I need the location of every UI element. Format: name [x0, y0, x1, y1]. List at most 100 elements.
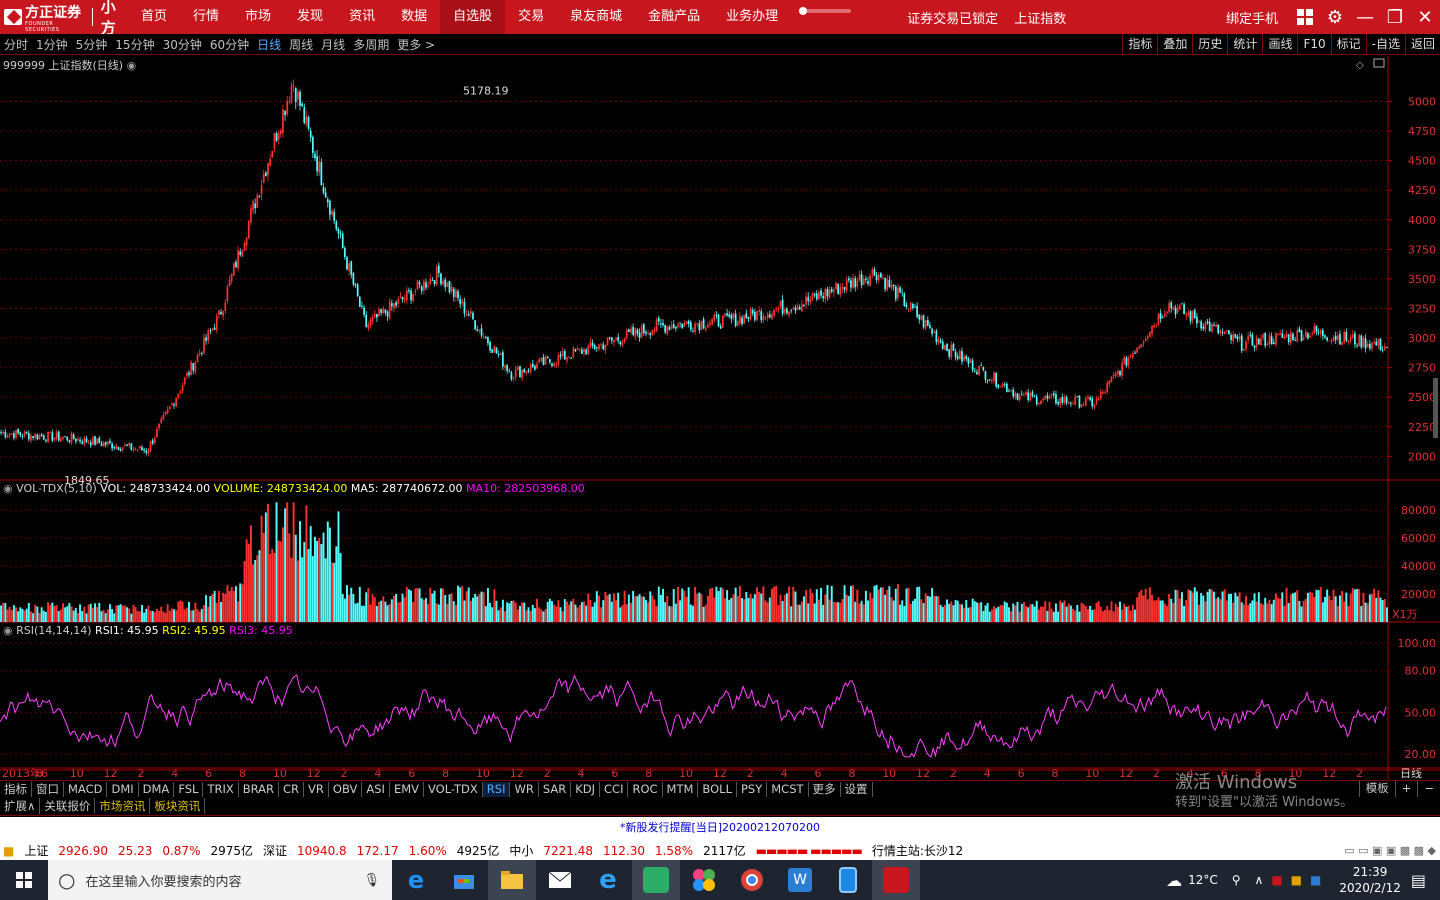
- nav-item[interactable]: 业务办理: [713, 0, 791, 34]
- sz-name[interactable]: 深证: [263, 842, 287, 859]
- period-tab[interactable]: 多周期: [349, 36, 393, 53]
- period-tab[interactable]: 15分钟: [111, 36, 158, 53]
- indicator-right-button[interactable]: −: [1417, 781, 1440, 797]
- period-tab[interactable]: 月线: [317, 36, 349, 53]
- zx-name[interactable]: 中小: [509, 842, 533, 859]
- chrome-icon[interactable]: [728, 860, 776, 900]
- tray-app2-icon[interactable]: ■: [1291, 873, 1302, 887]
- taskbar-search[interactable]: ○ 在这里输入你要搜索的内容 🎙: [48, 860, 392, 900]
- tool-button[interactable]: 画线: [1262, 34, 1297, 54]
- cloud-weather-icon[interactable]: ☁: [1166, 871, 1182, 890]
- indicator-tab[interactable]: VOL-TDX: [424, 781, 483, 797]
- indicator-tab[interactable]: BRAR: [239, 781, 280, 797]
- tool-button[interactable]: 返回: [1404, 34, 1440, 54]
- period-tab[interactable]: 30分钟: [159, 36, 206, 53]
- wps-icon[interactable]: W: [776, 860, 824, 900]
- tray-app-icon[interactable]: ■: [1271, 873, 1282, 887]
- period-tab[interactable]: 更多 >: [393, 36, 439, 53]
- indicator-tab[interactable]: ROC: [628, 781, 663, 797]
- store-icon[interactable]: [440, 860, 488, 900]
- indicator-tab[interactable]: EMV: [390, 781, 424, 797]
- wechat-icon[interactable]: [632, 860, 680, 900]
- file-explorer-icon[interactable]: [488, 860, 536, 900]
- period-tab[interactable]: 5分钟: [72, 36, 112, 53]
- nav-item[interactable]: 首页: [128, 0, 180, 34]
- kline-chart[interactable]: 5000475045004250400037503500325030002750…: [0, 56, 1440, 780]
- period-tab[interactable]: 60分钟: [206, 36, 253, 53]
- tray-expand-icon[interactable]: ∧: [1255, 873, 1264, 887]
- indicator-tab[interactable]: DMI: [107, 781, 139, 797]
- indicator-tab[interactable]: SAR: [539, 781, 572, 797]
- sh-name[interactable]: 上证: [24, 842, 48, 859]
- period-tab[interactable]: 日线: [253, 36, 285, 53]
- nav-item[interactable]: 行情: [180, 0, 232, 34]
- mail-icon[interactable]: [536, 860, 584, 900]
- system-clock[interactable]: 21:39 2020/2/12: [1339, 864, 1401, 896]
- tool-button[interactable]: F10: [1297, 34, 1330, 54]
- ext-tab[interactable]: 市场资讯: [95, 798, 151, 814]
- dropdown-icon[interactable]: ◉: [127, 59, 137, 72]
- pinwheel-app-icon[interactable]: [680, 860, 728, 900]
- indicator-tab[interactable]: MACD: [64, 781, 108, 797]
- period-tab[interactable]: 分时: [0, 36, 32, 53]
- baidu-icon[interactable]: ■: [1310, 873, 1321, 887]
- grid-layout-icon[interactable]: [1290, 0, 1320, 34]
- indicator-tab[interactable]: 指标: [0, 781, 32, 797]
- indicator-tab[interactable]: MTM: [663, 781, 699, 797]
- indicator-tab[interactable]: RSI: [482, 781, 511, 797]
- tool-button[interactable]: -自选: [1365, 34, 1405, 54]
- edge-icon[interactable]: e: [392, 860, 440, 900]
- nav-item[interactable]: 发现: [284, 0, 336, 34]
- brand-logo[interactable]: 方正证券 FOUNDER SECURITIES 小方: [0, 0, 128, 37]
- indicator-tab[interactable]: ASI: [362, 781, 390, 797]
- volume-slider[interactable]: [799, 7, 852, 15]
- nav-item[interactable]: 资讯: [336, 0, 388, 34]
- indicator-right-button[interactable]: 模板: [1358, 781, 1395, 797]
- nav-item[interactable]: 泉友商城: [557, 0, 635, 34]
- tool-button[interactable]: 指标: [1122, 34, 1157, 54]
- bind-phone-link[interactable]: 绑定手机: [1226, 8, 1278, 27]
- period-tab[interactable]: 周线: [285, 36, 317, 53]
- indicator-tab[interactable]: 更多: [809, 781, 841, 797]
- indicator-tab[interactable]: 设置: [841, 781, 873, 797]
- nav-item[interactable]: 自选股: [440, 0, 506, 34]
- indicator-tab[interactable]: TRIX: [203, 781, 239, 797]
- indicator-right-button[interactable]: +: [1394, 781, 1418, 797]
- nav-item[interactable]: 金融产品: [635, 0, 713, 34]
- settings-gear-icon[interactable]: ⚙: [1320, 0, 1350, 34]
- weather-temp[interactable]: 12°C: [1188, 873, 1218, 887]
- indicator-tab[interactable]: WR: [510, 781, 539, 797]
- indicator-tab[interactable]: BOLL: [698, 781, 737, 797]
- notification-icon[interactable]: ▤: [1411, 871, 1426, 890]
- ie-icon[interactable]: e: [584, 860, 632, 900]
- tool-button[interactable]: 历史: [1192, 34, 1227, 54]
- ext-tab[interactable]: 关联报价: [40, 798, 96, 814]
- current-index-name[interactable]: 上证指数: [1014, 8, 1066, 27]
- nav-item[interactable]: 数据: [388, 0, 440, 34]
- indicator-tab[interactable]: OBV: [329, 781, 363, 797]
- windows-start-icon[interactable]: [0, 860, 48, 900]
- indicator-tab[interactable]: KDJ: [571, 781, 601, 797]
- server-name[interactable]: 行情主站:长沙12: [872, 842, 963, 859]
- status-tool-icons[interactable]: ▭ ▭ ▣ ▣ ▩ ▩ ◆: [1344, 844, 1436, 857]
- chart-area[interactable]: 5000 4750 4500 4250 4000 3750 3500 3250 3000 2750…: [0, 56, 1440, 780]
- close-icon[interactable]: ✕: [1410, 0, 1440, 34]
- tool-button[interactable]: 标记: [1330, 34, 1366, 54]
- period-tab[interactable]: 1分钟: [32, 36, 72, 53]
- ext-tab[interactable]: 板块资讯: [150, 798, 206, 814]
- indicator-tab[interactable]: VR: [304, 781, 329, 797]
- microphone-icon[interactable]: 🎙: [363, 873, 380, 888]
- indicator-tab[interactable]: 窗口: [32, 781, 64, 797]
- restore-icon[interactable]: ❐: [1380, 0, 1410, 34]
- ext-tab[interactable]: 扩展∧: [0, 798, 41, 814]
- tool-button[interactable]: 叠加: [1157, 34, 1192, 54]
- people-icon[interactable]: ⚲: [1232, 873, 1241, 887]
- founder-app-icon[interactable]: [872, 860, 920, 900]
- trade-lock-status[interactable]: 证券交易已锁定: [907, 8, 998, 27]
- ipo-notice[interactable]: *新股发行提醒[当日]20200212070200: [0, 817, 1440, 841]
- collapse-icon[interactable]: ◉: [3, 482, 13, 495]
- indicator-tab[interactable]: MCST: [767, 781, 809, 797]
- indicator-tab[interactable]: CCI: [600, 781, 629, 797]
- indicator-tab[interactable]: CR: [279, 781, 305, 797]
- minimize-icon[interactable]: —: [1350, 0, 1380, 34]
